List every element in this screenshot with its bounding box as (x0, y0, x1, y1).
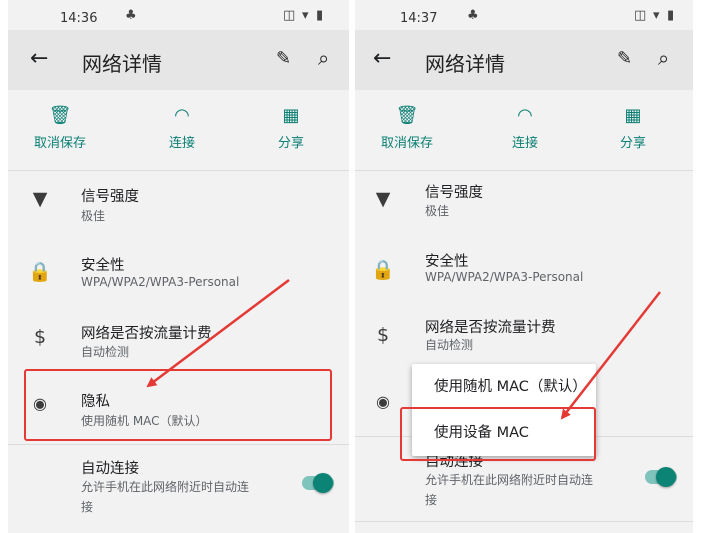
row-subtitle: 允许手机在此网络附近时自动连 (81, 480, 250, 494)
action-bar: 🗑 取消保存 ◠ 连接 ▦ 分享 (8, 90, 349, 170)
row-title: 信号强度 (425, 185, 483, 201)
qr-code-icon: ▦ (624, 105, 642, 126)
row-title: 安全性 (81, 258, 125, 274)
metered-row[interactable]: $ 网络是否按流量计费 自动检测 (8, 312, 349, 372)
qr-code-icon: ▦ (282, 105, 300, 126)
row-subtitle: WPA/WPA2/WPA3-Personal (425, 270, 584, 284)
left-phone-screen: 14:36 ♣ ◫ ▾ ▮ ← 网络详情 ✎ ⌕ 🗑 取消保存 ◠ 连接 ▦ 分… (8, 0, 349, 533)
share-button[interactable]: ▦ 分享 (251, 104, 331, 151)
connect-label: 连接 (511, 136, 538, 151)
annotation-highlight-box (24, 369, 332, 441)
connect-button[interactable]: ◠ 连接 (142, 104, 222, 151)
vibrate-icon: ◫ (283, 8, 296, 23)
lock-icon: 🔒 (28, 261, 52, 283)
app-bar: ← 网络详情 ✎ ⌕ (8, 30, 349, 90)
connect-button[interactable]: ◠ 连接 (485, 104, 565, 151)
back-arrow-icon[interactable]: ← (373, 46, 391, 71)
security-row: 🔒 安全性 WPA/WPA2/WPA3-Personal (8, 242, 349, 312)
status-time: 14:36 (60, 11, 98, 26)
signal-strength-row: ▼ 信号强度 极佳 (355, 172, 693, 242)
lock-icon: 🔒 (371, 259, 395, 281)
status-bar: 14:37 ♣ ◫ ▾ ▮ (355, 0, 693, 30)
right-phone-screen: 14:37 ♣ ◫ ▾ ▮ ← 网络详情 ✎ ⌕ 🗑 取消保存 ◠ 连接 ▦ 分… (355, 0, 693, 533)
page-title: 网络详情 (425, 52, 505, 76)
notification-icon: ♣ (467, 8, 479, 23)
row-subtitle: 极佳 (425, 204, 450, 218)
status-bar: 14:36 ♣ ◫ ▾ ▮ (8, 0, 349, 30)
divider (8, 444, 349, 445)
status-time: 14:37 (400, 11, 438, 26)
forget-button[interactable]: 🗑 取消保存 (20, 104, 100, 151)
toggle-thumb[interactable] (656, 467, 676, 487)
menu-item-random-mac[interactable]: 使用随机 MAC（默认） (412, 364, 596, 410)
vibrate-icon: ◫ (634, 8, 647, 23)
search-icon[interactable]: ⌕ (658, 46, 669, 70)
forget-label: 取消保存 (33, 136, 86, 151)
row-title: 信号强度 (81, 189, 139, 205)
row-subtitle: 自动检测 (81, 345, 130, 359)
row-subtitle: 允许手机在此网络附近时自动连 (425, 473, 594, 487)
row-subtitle-cont: 接 (81, 500, 94, 514)
edit-pencil-icon[interactable]: ✎ (617, 48, 632, 69)
row-title: 自动连接 (81, 461, 139, 477)
page-title: 网络详情 (82, 52, 162, 76)
forget-label: 取消保存 (380, 136, 433, 151)
wifi-signal-icon: ▼ (375, 188, 391, 210)
wifi-icon: ◠ (174, 105, 190, 126)
row-title: 网络是否按流量计费 (425, 320, 556, 336)
metered-row[interactable]: $ 网络是否按流量计费 自动检测 (355, 312, 693, 372)
dollar-icon: $ (376, 324, 390, 346)
row-title: 网络是否按流量计费 (81, 326, 212, 342)
divider (355, 170, 693, 171)
signal-strength-row: ▼ 信号强度 极佳 (8, 172, 349, 242)
battery-icon: ▮ (667, 8, 675, 23)
share-label: 分享 (277, 136, 304, 151)
action-bar: 🗑 取消保存 ◠ 连接 ▦ 分享 (355, 90, 693, 170)
notification-icon: ♣ (125, 8, 137, 23)
row-subtitle: 极佳 (81, 209, 106, 223)
share-button[interactable]: ▦ 分享 (593, 104, 673, 151)
wifi-signal-icon: ▾ (653, 8, 660, 23)
wifi-icon: ◠ (517, 105, 533, 126)
trash-icon: 🗑 (48, 105, 72, 126)
divider (355, 521, 693, 522)
row-subtitle: 自动检测 (425, 338, 474, 352)
auto-connect-row[interactable]: 自动连接 允许手机在此网络附近时自动连 接 (8, 446, 349, 526)
row-title: 安全性 (425, 254, 469, 270)
wifi-signal-icon: ▼ (32, 188, 48, 210)
privacy-eye-icon: ◉ (376, 392, 390, 411)
toggle-thumb[interactable] (313, 473, 333, 493)
back-arrow-icon[interactable]: ← (30, 46, 48, 71)
divider (8, 170, 349, 171)
app-bar: ← 网络详情 ✎ ⌕ (355, 30, 693, 90)
trash-icon: 🗑 (395, 105, 419, 126)
share-label: 分享 (619, 136, 646, 151)
annotation-highlight-box (400, 407, 596, 461)
row-subtitle-cont: 接 (425, 493, 438, 507)
search-icon[interactable]: ⌕ (318, 46, 329, 70)
security-row: 🔒 安全性 WPA/WPA2/WPA3-Personal (355, 242, 693, 312)
forget-button[interactable]: 🗑 取消保存 (367, 104, 447, 151)
row-subtitle: WPA/WPA2/WPA3-Personal (81, 275, 240, 289)
connect-label: 连接 (168, 136, 195, 151)
dollar-icon: $ (33, 326, 47, 348)
battery-icon: ▮ (316, 8, 324, 23)
wifi-signal-icon: ▾ (302, 8, 309, 23)
edit-pencil-icon[interactable]: ✎ (276, 48, 291, 69)
